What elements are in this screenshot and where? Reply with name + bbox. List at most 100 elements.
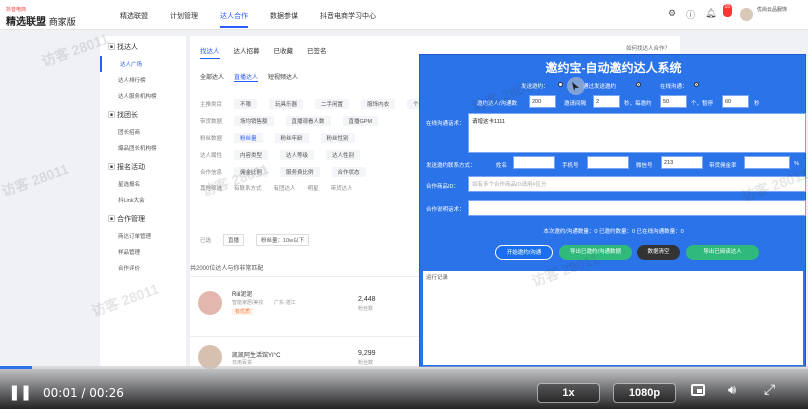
sidebar-item-orders[interactable]: 商达订单管理 <box>100 228 186 244</box>
progress-fill <box>0 366 33 369</box>
pip-icon[interactable] <box>691 384 705 396</box>
mode-radio-chat[interactable] <box>694 82 699 87</box>
nav-item-learning[interactable]: 抖音电商学习中心 <box>320 11 376 28</box>
top-nav: 精选联盟 计划管理 达人合作 数据参谋 抖音电商学习中心 <box>120 11 376 28</box>
clear-data-button[interactable]: 数据清空 <box>637 245 680 260</box>
filter-row-fans: 粉丝数据 粉丝量 粉丝年龄 粉丝性别 <box>200 133 355 143</box>
sidebar-item-link-conference[interactable]: 抖Link大会 <box>100 192 186 208</box>
sidebar-group-events[interactable]: ▣ 报名活动 <box>100 156 186 176</box>
run-log[interactable]: 运行记录 <box>423 271 803 365</box>
selected-chip[interactable]: 粉丝量：10w以下 <box>256 234 310 246</box>
filter-chip[interactable]: 服饰内衣 <box>361 99 396 109</box>
nav-item-influencers[interactable]: 达人合作 <box>220 11 248 28</box>
filter-chip[interactable]: 粉丝年龄 <box>274 133 309 143</box>
name-label: 姓名 <box>496 163 508 169</box>
sidebar-item-leader-ranking[interactable]: 爆品团长机构榜 <box>100 140 186 156</box>
influencer-tag: 有优质 <box>232 308 254 315</box>
sidebar-item-reviews[interactable]: 合作评价 <box>100 260 186 276</box>
mode-option-invite[interactable]: 通过发送邀约 <box>583 82 616 90</box>
filter-chip[interactable]: 粉丝性别 <box>320 133 355 143</box>
sidebar-item-influencer-square[interactable]: 达人广场 <box>100 56 186 72</box>
export-read-button[interactable]: 导出已阅读达人 <box>686 245 759 260</box>
sidebar-group-find-leaders[interactable]: ▣ 找团长 <box>100 104 186 124</box>
volume-icon[interactable]: 🔊︎ <box>728 383 736 398</box>
influencer-category: 智能家居/美妆 <box>232 300 264 306</box>
tab-favorites[interactable]: 已收藏 <box>274 45 294 59</box>
pause-icon[interactable]: ❚❚ <box>8 383 32 401</box>
logo[interactable]: 抖音电商 精选联盟 商家版 <box>6 6 76 28</box>
time-display: 00:01 / 00:26 <box>43 386 124 400</box>
interval-input[interactable] <box>593 95 620 108</box>
wechat-label: 微信号 <box>636 163 653 169</box>
notification-badge: 15 <box>722 4 733 17</box>
settings-icon[interactable]: ⚙ <box>668 8 676 21</box>
quality-button[interactable]: 1080p <box>613 383 676 403</box>
start-button[interactable]: 开始邀约/沟通 <box>495 245 553 260</box>
name-input[interactable] <box>513 156 555 169</box>
tab-signed[interactable]: 已签名 <box>307 45 327 59</box>
duration: 00:26 <box>89 386 124 400</box>
subtab-video[interactable]: 短视频达人 <box>268 72 298 82</box>
pause-input[interactable] <box>722 95 749 108</box>
filter-chip[interactable]: 玩具乐器 <box>269 99 304 109</box>
nav-item-data[interactable]: 数据参谋 <box>270 11 298 28</box>
subtab-all[interactable]: 全部达人 <box>200 72 224 82</box>
help-link[interactable]: 如何找达人合作？ <box>626 44 670 52</box>
sidebar-group-find-influencers[interactable]: ▣ 找达人 <box>100 36 186 56</box>
filter-chip[interactable]: 直播GPM <box>342 116 379 126</box>
wechat-input[interactable] <box>661 156 703 169</box>
status-text: 本次邀约/沟通数量：0 已邀约数量：0 已在线沟通数量：0 <box>543 229 684 235</box>
filter-chip[interactable]: 直播观看人数 <box>285 116 331 126</box>
mode-radio-invite[interactable] <box>558 82 563 87</box>
sidebar-item-leader-recruit[interactable]: 团长招商 <box>100 124 186 140</box>
filter-chip[interactable]: 场均销售额 <box>234 116 274 126</box>
tab-recruit[interactable]: 达人招募 <box>234 45 260 59</box>
commission-label: 带货佣金率 <box>709 163 737 169</box>
filter-checkbox[interactable]: 带货达人 <box>331 184 353 192</box>
message-textarea[interactable]: 请增这卡1111 <box>468 113 806 153</box>
logo-sub-text: 商家版 <box>48 17 76 27</box>
batch-unit: 个，暂停 <box>691 101 714 107</box>
user-name[interactable]: 优尚云品服饰 <box>757 7 787 14</box>
batch-input[interactable] <box>660 95 687 108</box>
log-label: 运行记录 <box>426 275 449 281</box>
filter-checkbox[interactable]: 明星 <box>308 184 319 192</box>
bell-icon[interactable]: 🔔︎ <box>705 8 716 21</box>
top-bar: 抖音电商 精选联盟 商家版 精选联盟 计划管理 达人合作 数据参谋 抖音电商学习… <box>0 0 808 30</box>
mode-option-chat[interactable]: 在线沟通： <box>660 82 688 90</box>
filter-chip[interactable]: 不限 <box>234 99 258 109</box>
fullscreen-icon[interactable]: ⤢ <box>764 382 775 398</box>
commission-input[interactable] <box>744 156 790 169</box>
filter-checkbox[interactable]: 有团达人 <box>274 184 296 192</box>
interval-label: 邀请间隔 <box>564 101 587 107</box>
tab-find[interactable]: 找达人 <box>200 45 220 59</box>
nav-item-selection[interactable]: 精选联盟 <box>120 11 148 28</box>
mode-radio-invite-active[interactable] <box>636 82 641 87</box>
influencer-name[interactable]: 凯凯阿生活馆YI°C <box>232 350 280 359</box>
filter-chip[interactable]: 服务费比例 <box>280 167 320 177</box>
sidebar-group-cooperation[interactable]: ▣ 合作管理 <box>100 208 186 228</box>
note-label: 合作说明话术： <box>426 207 465 213</box>
avatar[interactable] <box>740 8 753 21</box>
filter-chip[interactable]: 达人性别 <box>326 150 361 160</box>
influencer-name[interactable]: Rili泥泥 <box>232 289 252 298</box>
filter-chip[interactable]: 合作状态 <box>331 167 366 177</box>
filter-chip[interactable]: 二手闲置 <box>315 99 350 109</box>
sidebar-item-samples[interactable]: 样品管理 <box>100 244 186 260</box>
help-icon[interactable]: ⓘ <box>686 8 695 21</box>
subtab-live[interactable]: 直播达人 <box>234 72 259 82</box>
result-count: 共2000位达人与你非常匹配 <box>190 266 264 272</box>
filter-chip[interactable]: 粉丝量 <box>234 133 263 143</box>
count-input[interactable] <box>529 95 556 108</box>
progress-bar[interactable] <box>0 366 808 369</box>
sidebar-item-ranking[interactable]: 达人排行榜 <box>100 72 186 88</box>
sidebar-item-star-signup[interactable]: 星选报名 <box>100 176 186 192</box>
selected-chip[interactable]: 直播 <box>223 234 245 246</box>
product-label: 合作商品ID： <box>426 184 460 190</box>
filter-chip[interactable]: 达人等级 <box>280 150 315 160</box>
speed-button[interactable]: 1x <box>537 383 600 403</box>
sidebar-item-agency-ranking[interactable]: 达人服务机构榜 <box>100 88 186 104</box>
filter-row-sales: 带货数据 场均销售额 直播观看人数 直播GPM <box>200 116 379 126</box>
nav-item-plans[interactable]: 计划管理 <box>170 11 198 28</box>
phone-input[interactable] <box>587 156 629 169</box>
